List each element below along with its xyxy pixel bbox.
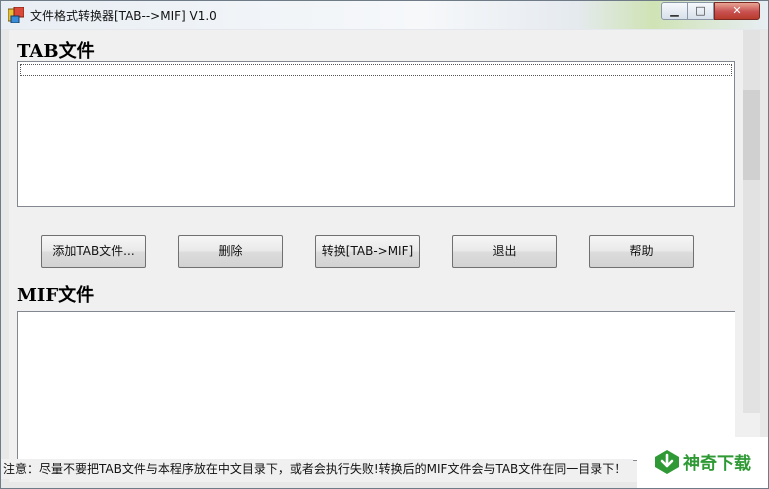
download-logo-icon xyxy=(655,450,679,474)
status-bar-text: 注意：尽量不要把TAB文件与本程序放在中文目录下，或者会执行失败!转换后的MIF… xyxy=(1,459,633,479)
watermark-text: 神奇下载 xyxy=(683,454,751,474)
delete-button[interactable]: 删除 xyxy=(178,235,283,268)
help-button[interactable]: 帮助 xyxy=(589,235,694,268)
app-icon xyxy=(8,7,24,23)
exit-button[interactable]: 退出 xyxy=(452,235,557,268)
close-button[interactable]: ✕ xyxy=(714,2,760,20)
title-bar[interactable]: 文件格式转换器[TAB-->MIF] V1.0 ▁ □ ✕ xyxy=(1,1,768,29)
mif-files-label: MIF文件 xyxy=(17,285,95,306)
list-focus-row[interactable] xyxy=(20,64,732,76)
add-tab-file-button[interactable]: 添加TAB文件... xyxy=(41,235,146,268)
app-window: 文件格式转换器[TAB-->MIF] V1.0 ▁ □ ✕ TAB文件 添加TA… xyxy=(0,0,769,489)
tab-files-label: TAB文件 xyxy=(17,41,95,62)
maximize-button[interactable]: □ xyxy=(687,2,714,20)
minimize-button[interactable]: ▁ xyxy=(661,2,688,20)
window-title: 文件格式转换器[TAB-->MIF] V1.0 xyxy=(30,9,217,23)
scrollbar-track[interactable] xyxy=(743,30,760,413)
mif-file-list[interactable] xyxy=(17,311,735,461)
client-area: TAB文件 添加TAB文件... 删除 转换[TAB->MIF] 退出 帮助 M… xyxy=(9,30,760,482)
tab-file-list[interactable] xyxy=(17,61,735,207)
watermark-logo: 神奇下载 xyxy=(637,437,768,488)
scrollbar-thumb[interactable] xyxy=(743,90,760,180)
convert-button[interactable]: 转换[TAB->MIF] xyxy=(315,235,420,268)
